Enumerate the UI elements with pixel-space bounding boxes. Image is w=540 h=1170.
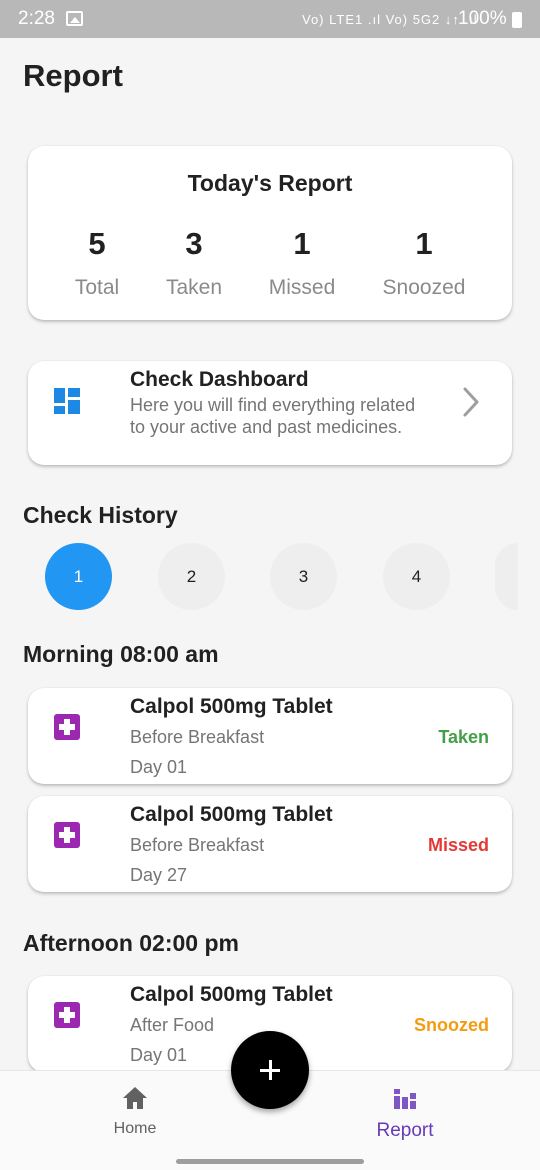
- status-time: 2:28: [18, 8, 55, 29]
- stat-taken: 3 Taken: [139, 226, 249, 300]
- nav-report-label: Report: [376, 1120, 434, 1141]
- history-day-more[interactable]: [495, 543, 518, 610]
- todays-report-card: Today's Report 5 Total 3 Taken 1 Missed …: [28, 146, 512, 320]
- stat-total-value: 5: [88, 226, 106, 261]
- dashboard-description: Here you will find everything related to…: [130, 395, 416, 437]
- history-day-1[interactable]: 1: [45, 543, 112, 610]
- stat-snoozed-value: 1: [415, 226, 433, 261]
- medicine-note: After Food: [130, 1015, 215, 1035]
- stat-total-label: Total: [74, 276, 120, 299]
- stat-missed-label: Missed: [268, 276, 336, 299]
- medicine-name: Calpol 500mg Tablet: [130, 803, 333, 826]
- stat-snoozed-label: Snoozed: [382, 276, 466, 299]
- stat-taken-value: 3: [185, 226, 203, 261]
- history-day-2[interactable]: 2: [158, 543, 225, 610]
- history-day-4[interactable]: 4: [383, 543, 450, 610]
- medicine-day: Day 01: [130, 1045, 188, 1065]
- check-dashboard-card[interactable]: Check Dashboard Here you will find every…: [28, 361, 512, 465]
- chevron-right-icon: [463, 387, 479, 417]
- medicine-day: Day 01: [130, 757, 188, 777]
- medicine-plus-icon: [54, 1002, 80, 1028]
- image-notification-icon: [66, 11, 83, 26]
- home-icon: [123, 1087, 147, 1109]
- afternoon-group-title: Afternoon 02:00 pm: [23, 930, 239, 956]
- page-title: Report: [23, 58, 123, 93]
- report-icon: [394, 1089, 416, 1109]
- stat-missed: 1 Missed: [247, 226, 357, 300]
- medicine-card[interactable]: Calpol 500mg Tablet Before Breakfast Day…: [28, 796, 512, 892]
- history-day-3[interactable]: 3: [270, 543, 337, 610]
- add-medicine-button[interactable]: [231, 1031, 309, 1109]
- stat-taken-label: Taken: [165, 276, 223, 299]
- network-icons: Vo) LTE1 .ıl Vo) 5G2 ↓↑ .ıl: [302, 12, 478, 27]
- nav-home-label: Home: [113, 1120, 157, 1137]
- medicine-name: Calpol 500mg Tablet: [130, 983, 333, 1006]
- stat-missed-value: 1: [293, 226, 311, 261]
- medicine-note: Before Breakfast: [130, 835, 265, 855]
- battery-icon: [512, 12, 522, 28]
- morning-group-title: Morning 08:00 am: [23, 641, 219, 667]
- nav-home[interactable]: Home: [70, 1085, 200, 1138]
- medicine-plus-icon: [54, 714, 80, 740]
- stat-snoozed: 1 Snoozed: [369, 226, 479, 300]
- nav-report[interactable]: Report: [340, 1085, 470, 1142]
- medicine-plus-icon: [54, 822, 80, 848]
- medicine-status-taken: Taken: [438, 727, 489, 747]
- battery-level: 100%: [458, 8, 507, 29]
- medicine-status-missed: Missed: [427, 835, 489, 855]
- todays-report-title: Today's Report: [187, 170, 353, 196]
- dashboard-title: Check Dashboard: [130, 368, 309, 391]
- stat-total: 5 Total: [42, 226, 152, 300]
- medicine-card[interactable]: Calpol 500mg Tablet Before Breakfast Day…: [28, 688, 512, 784]
- dashboard-icon: [54, 388, 80, 414]
- check-history-title: Check History: [23, 502, 178, 528]
- status-bar: 2:28 Vo) LTE1 .ıl Vo) 5G2 ↓↑ .ıl 100%: [0, 0, 540, 38]
- medicine-day: Day 27: [130, 865, 188, 885]
- medicine-note: Before Breakfast: [130, 727, 265, 747]
- gesture-bar: [176, 1159, 364, 1164]
- medicine-status-snoozed: Snoozed: [414, 1015, 489, 1035]
- medicine-name: Calpol 500mg Tablet: [130, 695, 333, 718]
